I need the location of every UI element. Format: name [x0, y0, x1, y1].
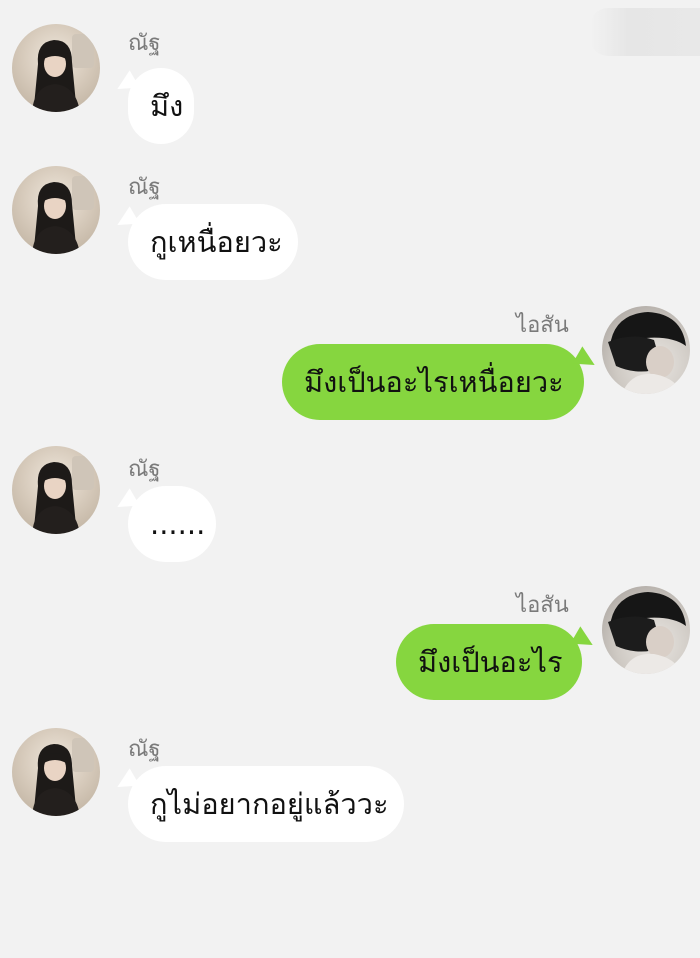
chat-thread: ณัฐ มึง ณัฐ กูเหนื่อยวะ ไอสัน มึงเป็นอะไ…	[0, 0, 700, 958]
avatar-her[interactable]	[12, 728, 100, 816]
message-bubble-incoming[interactable]: ......	[128, 486, 216, 562]
message-bubble-incoming[interactable]: มึง	[128, 68, 194, 144]
avatar-her[interactable]	[12, 446, 100, 534]
message-text: กูไม่อยากอยู่แล้ววะ	[150, 787, 389, 821]
sender-name: ไอสัน	[516, 313, 569, 338]
message-bubble-outgoing[interactable]: มึงเป็นอะไร	[396, 624, 582, 700]
avatar-boy-icon	[608, 312, 686, 394]
avatar-him[interactable]	[602, 306, 690, 394]
sender-name: ณัฐ	[128, 175, 161, 200]
sender-name: ไอสัน	[516, 593, 569, 618]
avatar-him[interactable]	[602, 586, 690, 674]
sender-name: ณัฐ	[128, 31, 161, 56]
message-bubble-incoming[interactable]: กูไม่อยากอยู่แล้ววะ	[128, 766, 404, 842]
message-text: มึงเป็นอะไร	[418, 645, 563, 679]
message-text: ......	[150, 507, 206, 541]
message-bubble-outgoing[interactable]: มึงเป็นอะไรเหนื่อยวะ	[282, 344, 584, 420]
sender-name: ณัฐ	[128, 457, 161, 482]
avatar-her[interactable]	[12, 24, 100, 112]
avatar-girl-icon	[32, 34, 94, 112]
avatar-girl-icon	[32, 738, 94, 816]
avatar-girl-icon	[32, 176, 94, 254]
message-text: กูเหนื่อยวะ	[150, 225, 283, 259]
sender-name: ณัฐ	[128, 737, 161, 762]
message-text: มึงเป็นอะไรเหนื่อยวะ	[304, 365, 564, 399]
message-text: มึง	[150, 89, 184, 123]
avatar-girl-icon	[32, 456, 94, 534]
avatar-boy-icon	[608, 592, 686, 674]
avatar-her[interactable]	[12, 166, 100, 254]
message-bubble-incoming[interactable]: กูเหนื่อยวะ	[128, 204, 298, 280]
blurred-corner	[590, 8, 700, 56]
